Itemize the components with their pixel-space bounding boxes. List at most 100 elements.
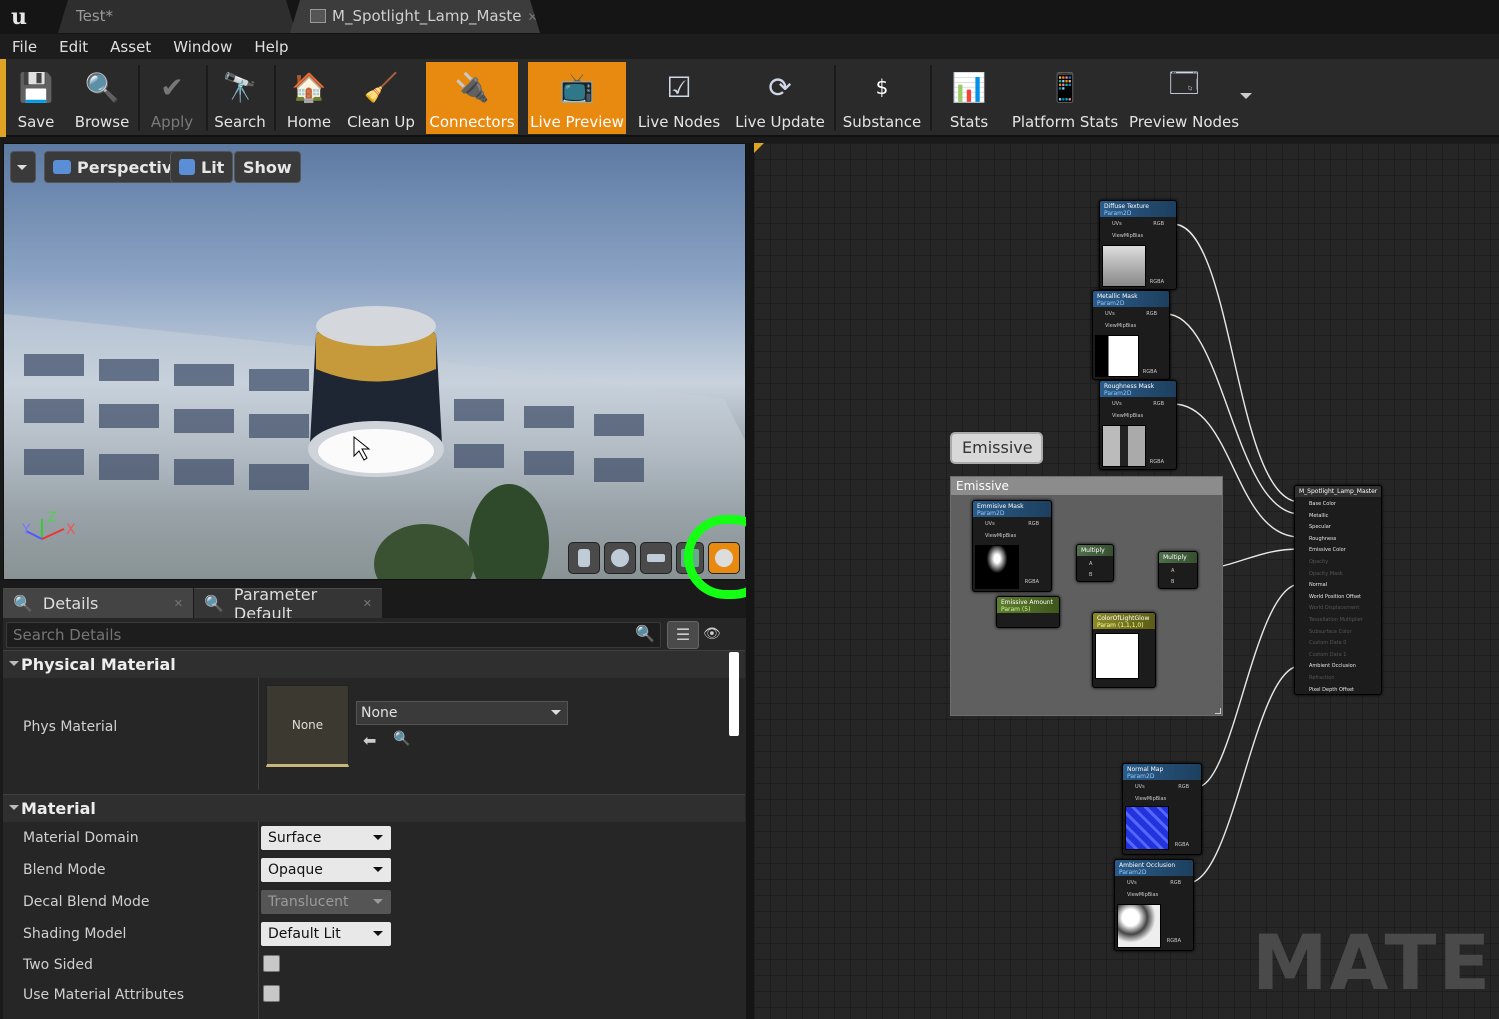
sphere-preview-button[interactable] [604,542,636,574]
use-selected-arrow-icon[interactable]: ⬅ [363,731,376,750]
multiply-node-1[interactable]: Multiply A B [1076,544,1114,582]
menu-help[interactable]: Help [254,38,288,56]
pin-rgb[interactable]: RGB [1178,784,1189,790]
tab-material-editor[interactable]: M_Spotlight_Lamp_Maste ✕ [290,0,540,33]
tab-details[interactable]: 🔍 Details ✕ [3,588,193,618]
connectors-button[interactable]: 🔌 Connectors [426,62,518,134]
pin-mip[interactable]: ViewMipBias [1105,323,1136,329]
preview-nodes-button[interactable]: 🗔 Preview Nodes [1129,62,1239,134]
tab-test[interactable]: Test* [58,0,296,33]
multiply-node-2[interactable]: Multiply A B [1158,551,1198,589]
pin-mip[interactable]: ViewMipBias [1127,892,1158,898]
two-sided-checkbox[interactable] [263,955,280,972]
home-button[interactable]: 🏠 Home [282,62,336,134]
pin-mip[interactable]: ViewMipBias [1135,796,1166,802]
pin-rgba[interactable]: RGBA [1143,369,1157,375]
pin-rgb[interactable]: RGB [1028,521,1039,527]
physical-material-section-header[interactable]: Physical Material [3,650,745,678]
material-input-pin[interactable]: Specular [1309,522,1381,534]
material-input-pin[interactable]: Opacity Mask [1309,569,1381,581]
browse-asset-icon[interactable]: 🔍 [393,731,410,747]
pin-mip[interactable]: ViewMipBias [985,533,1016,539]
material-input-pin[interactable]: Custom Data 1 [1309,650,1381,662]
phys-material-thumbnail[interactable]: None [266,685,349,767]
resize-handle-icon[interactable] [1215,708,1221,714]
pin-rgb[interactable]: RGB [1170,880,1181,886]
material-input-pin[interactable]: Emissive Color [1309,545,1381,557]
eye-icon[interactable]: 👁 [703,626,721,642]
material-result-node[interactable]: M_Spotlight_Lamp_Master Base Color Metall… [1294,485,1382,695]
pin-rgba[interactable]: RGBA [1175,842,1189,848]
normal-map-node[interactable]: Normal Map Param2D UVs ViewMipBias RGB RG… [1122,763,1202,855]
menu-window[interactable]: Window [173,38,232,56]
apply-button[interactable]: ✔ Apply [144,62,200,134]
live-update-button[interactable]: ⟳ Live Update [734,62,826,134]
menu-asset[interactable]: Asset [110,38,151,56]
pin-rgb[interactable]: RGB [1146,311,1157,317]
tab-parameter-default[interactable]: 🔍 Parameter Default ✕ [194,585,382,623]
toolbar-overflow-chevron-icon[interactable] [1240,93,1252,105]
roughness-mask-node[interactable]: Roughness Mask Param2D UVs ViewMipBias RG… [1099,380,1177,470]
material-input-pin[interactable]: Subsurface Color [1309,627,1381,639]
material-input-pin[interactable]: World Displacement [1309,603,1381,615]
material-input-pin[interactable]: Ambient Occlusion [1309,661,1381,673]
live-nodes-button[interactable]: ☑ Live Nodes [636,62,722,134]
save-button[interactable]: 💾 Save [10,62,62,134]
material-domain-dropdown[interactable]: Surface [261,826,391,850]
show-button[interactable]: Show [234,151,301,183]
material-graph-canvas[interactable]: Emissive Emissive Diffuse Texture Param2D… [754,143,1499,1019]
material-input-pin[interactable]: Normal [1309,580,1381,592]
material-section-header[interactable]: Material [3,794,745,822]
plane-preview-button[interactable] [640,542,672,574]
menu-edit[interactable]: Edit [59,38,88,56]
pin-uvs[interactable]: UVs [1112,221,1122,227]
browse-button[interactable]: 🔍 Browse [70,62,134,134]
emissive-amount-node[interactable]: Emissive Amount Param (5) [996,596,1060,628]
material-input-pin[interactable]: Base Color [1309,499,1381,511]
diffuse-texture-node[interactable]: Diffuse Texture Param2D UVs ViewMipBias R… [1099,200,1177,290]
material-input-pin[interactable]: Metallic [1309,511,1381,523]
material-input-pin[interactable]: Custom Data 0 [1309,638,1381,650]
pin-rgba[interactable]: RGBA [1150,459,1164,465]
blend-mode-dropdown[interactable]: Opaque [261,858,391,882]
clean-up-button[interactable]: 🧹 Clean Up [346,62,416,134]
material-input-pin[interactable]: Refraction [1309,673,1381,685]
platform-stats-button[interactable]: 📱 Platform Stats [1012,62,1118,134]
pin-rgba[interactable]: RGBA [1150,279,1164,285]
close-tab-icon[interactable]: ✕ [528,10,538,24]
scrollbar-thumb[interactable] [729,652,739,736]
material-input-pin[interactable]: Roughness [1309,534,1381,546]
ambient-occlusion-node[interactable]: Ambient Occlusion Param2D UVs ViewMipBias… [1114,859,1194,951]
shading-model-dropdown[interactable]: Default Lit [261,922,391,946]
material-input-pin[interactable]: World Position Offset [1309,592,1381,604]
pin-uvs[interactable]: UVs [1135,784,1145,790]
pin-b[interactable]: B [1089,572,1092,578]
viewport-options-button[interactable] [10,151,36,183]
substance-button[interactable]: $ Substance [842,62,922,134]
pin-rgba[interactable]: RGBA [1167,938,1181,944]
color-of-light-glow-node[interactable]: ColorOfLightGlow Param (1,1,1,0) [1092,612,1156,688]
search-details-input[interactable] [6,622,661,648]
pin-a[interactable]: A [1089,561,1092,567]
comment-bubble[interactable]: Emissive [950,432,1043,464]
pin-rgb[interactable]: RGB [1153,221,1164,227]
stats-button[interactable]: 📊 Stats [942,62,996,134]
lit-button[interactable]: Lit [170,151,234,183]
pin-uvs[interactable]: UVs [1105,311,1115,317]
material-input-pin[interactable]: Pixel Depth Offset [1309,685,1381,697]
pin-mip[interactable]: ViewMipBias [1112,413,1143,419]
pin-rgb[interactable]: RGB [1153,401,1164,407]
pin-uvs[interactable]: UVs [985,521,995,527]
pin-b[interactable]: B [1171,579,1174,585]
preview-viewport[interactable]: Z X Y Perspective Lit Show [3,143,746,580]
use-material-attributes-checkbox[interactable] [263,985,280,1002]
close-tab-icon[interactable]: ✕ [174,597,183,610]
panel-splitter[interactable] [746,143,754,1019]
live-preview-button[interactable]: 📺 Live Preview [528,62,626,134]
cylinder-preview-button[interactable] [568,542,600,574]
pin-mip[interactable]: ViewMipBias [1112,233,1143,239]
pin-a[interactable]: A [1171,568,1174,574]
phys-material-dropdown[interactable]: None [356,701,568,725]
menu-file[interactable]: File [12,38,37,56]
metallic-mask-node[interactable]: Metallic Mask Param2D UVs ViewMipBias RGB… [1092,290,1170,380]
